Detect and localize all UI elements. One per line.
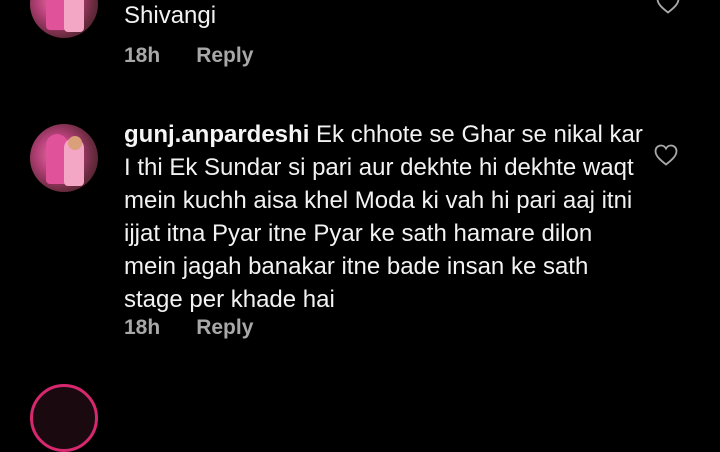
comment-body: Ek chhote se Ghar se nikal kar I thi Ek …	[124, 121, 643, 313]
comment-meta: 18h Reply	[124, 44, 253, 68]
comment-username[interactable]: gunj.anpardeshi	[124, 121, 309, 148]
reply-button[interactable]: Reply	[196, 316, 253, 339]
comment-item: Shivangi 18h Reply	[0, 0, 720, 90]
heart-outline-icon[interactable]	[656, 0, 680, 14]
comment-meta: 18h Reply	[124, 316, 253, 340]
avatar[interactable]	[30, 0, 98, 38]
comment-body: Shivangi	[124, 2, 217, 29]
comment-time: 18h	[124, 44, 161, 67]
avatar[interactable]	[30, 124, 98, 192]
reply-button[interactable]: Reply	[196, 44, 253, 67]
heart-outline-icon[interactable]	[654, 144, 678, 166]
avatar[interactable]	[30, 384, 98, 452]
comment-text: Shivangi	[124, 0, 644, 32]
comment-item: gunj.anpardeshi Ek chhote se Ghar se nik…	[0, 110, 720, 370]
comment-text: gunj.anpardeshi Ek chhote se Ghar se nik…	[124, 118, 644, 316]
comment-time: 18h	[124, 316, 161, 339]
